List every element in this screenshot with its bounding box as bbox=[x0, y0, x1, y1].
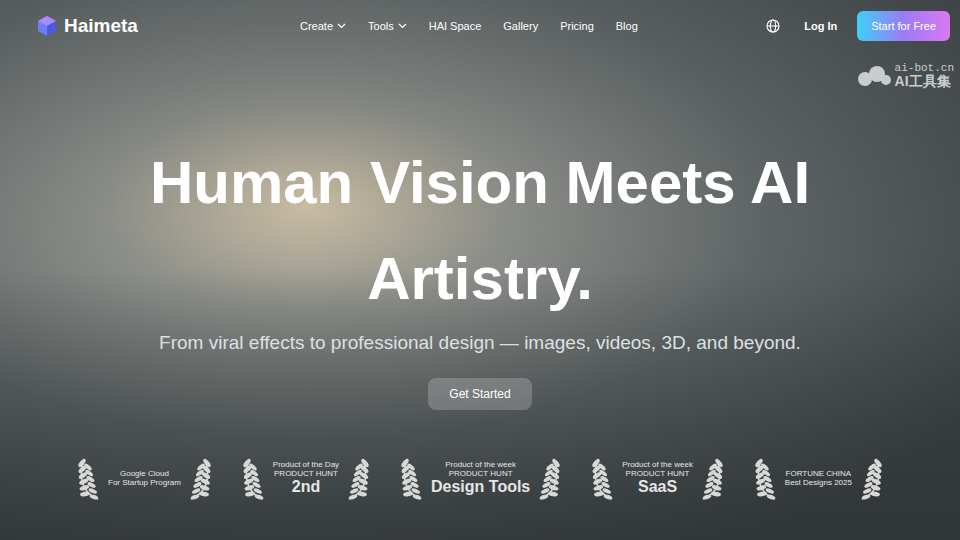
award-badge: Product of the weekPRODUCT HUNTSaaS bbox=[586, 455, 729, 501]
paw-icon bbox=[857, 65, 891, 87]
laurel-icon bbox=[854, 455, 888, 501]
laurel-icon bbox=[341, 455, 375, 501]
chevron-down-icon bbox=[337, 23, 346, 29]
laurel-icon bbox=[237, 455, 271, 501]
laurel-icon bbox=[395, 455, 429, 501]
laurel-icon bbox=[695, 455, 729, 501]
badge-row: Google CloudFor Startup Program Product o… bbox=[0, 455, 960, 501]
badge-text: Product of the week bbox=[445, 460, 516, 469]
badge-text: Best Designs 2025 bbox=[785, 478, 852, 487]
badge-text: FORTUNE CHINA bbox=[786, 469, 852, 478]
start-free-button[interactable]: Start for Free bbox=[857, 11, 950, 42]
nav-item[interactable]: HAI Space bbox=[429, 18, 482, 35]
laurel-icon bbox=[532, 455, 566, 501]
nav-item[interactable]: Pricing bbox=[560, 18, 594, 35]
laurel-icon bbox=[183, 455, 217, 501]
nav-item[interactable]: Gallery bbox=[503, 18, 538, 35]
logo-icon bbox=[36, 15, 58, 37]
award-badge: Product of the DayPRODUCT HUNT2nd bbox=[237, 455, 375, 501]
globe-icon[interactable] bbox=[766, 19, 780, 33]
login-link[interactable]: Log In bbox=[804, 18, 837, 35]
hero-subtitle: From viral effects to professional desig… bbox=[159, 329, 801, 357]
badge-text: PRODUCT HUNT bbox=[274, 469, 338, 478]
logo[interactable]: Haimeta bbox=[36, 12, 286, 41]
badge-text: PRODUCT HUNT bbox=[626, 469, 690, 478]
award-badge: FORTUNE CHINABest Designs 2025 bbox=[749, 455, 888, 501]
badge-text: Google Cloud bbox=[120, 469, 169, 478]
badge-text: Product of the week bbox=[622, 460, 693, 469]
badge-text: PRODUCT HUNT bbox=[449, 469, 513, 478]
nav-item[interactable]: Blog bbox=[616, 18, 638, 35]
laurel-icon bbox=[749, 455, 783, 501]
badge-text: SaaS bbox=[638, 478, 677, 496]
nav-item[interactable]: Create bbox=[300, 18, 346, 35]
award-badge: Product of the weekPRODUCT HUNTDesign To… bbox=[395, 455, 566, 501]
badge-text: 2nd bbox=[292, 478, 320, 496]
badge-text: Design Tools bbox=[431, 478, 530, 496]
watermark-name: AI工具集 bbox=[895, 74, 954, 89]
watermark-domain: ai-bot.cn bbox=[895, 62, 954, 74]
top-nav: Haimeta Create Tools HAI Space Gallery Pricin… bbox=[0, 0, 960, 52]
badge-text: Product of the Day bbox=[273, 460, 339, 469]
hero: Human Vision Meets AIArtistry.From viral… bbox=[0, 52, 960, 410]
laurel-icon bbox=[72, 455, 106, 501]
award-badge: Google CloudFor Startup Program bbox=[72, 455, 217, 501]
badge-text: For Startup Program bbox=[108, 478, 181, 487]
laurel-icon bbox=[586, 455, 620, 501]
watermark: ai-bot.cnAI工具集 bbox=[857, 62, 954, 89]
nav-menu: Create Tools HAI Space Gallery Pricing Blog bbox=[300, 18, 638, 35]
hero-title: Human Vision Meets AIArtistry. bbox=[150, 135, 810, 327]
nav-item[interactable]: Tools bbox=[368, 18, 407, 35]
get-started-button[interactable]: Get Started bbox=[428, 378, 531, 410]
page: ai-bot.cnAI工具集 Haimeta Create Tools HAI Spac… bbox=[0, 0, 960, 540]
chevron-down-icon bbox=[398, 23, 407, 29]
